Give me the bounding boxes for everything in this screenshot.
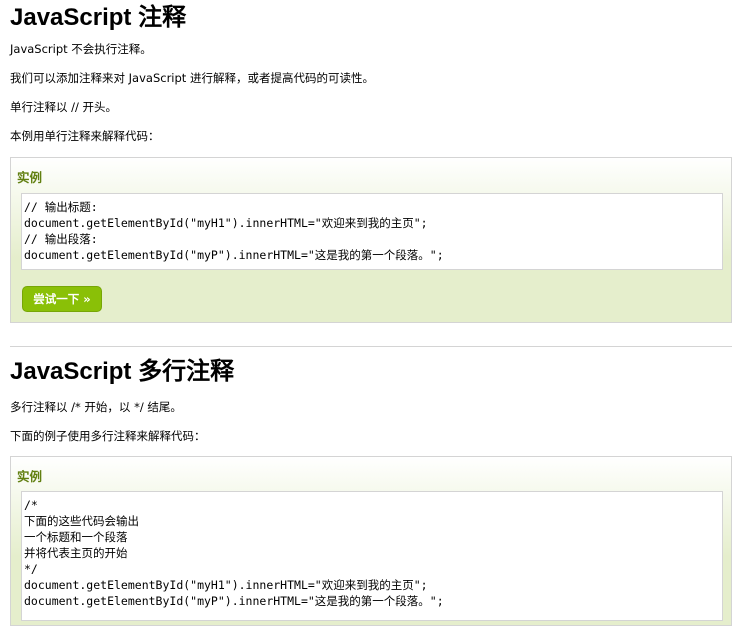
paragraph: 单行注释以 // 开头。	[10, 100, 118, 114]
paragraph: 下面的例子使用多行注释来解释代码：	[10, 429, 206, 443]
try-it-button[interactable]: 尝试一下 »	[22, 286, 102, 312]
example-title: 实例	[17, 469, 43, 484]
tutorial-page: JavaScript 注释 JavaScript 不会执行注释。 我们可以添加注…	[0, 0, 734, 626]
code-line: // 输出标题:	[24, 200, 98, 214]
code-line: /*	[24, 498, 38, 512]
section-divider	[10, 346, 732, 347]
section-heading-comments: JavaScript 注释	[10, 4, 187, 31]
code-block: // 输出标题: document.getElementById("myH1")…	[21, 193, 723, 270]
paragraph: 我们可以添加注释来对 JavaScript 进行解释，或者提高代码的可读性。	[10, 71, 374, 85]
section-heading-multiline-comments: JavaScript 多行注释	[10, 358, 235, 385]
code-line: document.getElementById("myH1").innerHTM…	[24, 216, 428, 230]
example-title: 实例	[17, 170, 43, 185]
code-line: 下面的这些代码会输出	[24, 514, 139, 528]
code-line: document.getElementById("myP").innerHTML…	[24, 594, 444, 608]
code-block: /* 下面的这些代码会输出 一个标题和一个段落 并将代表主页的开始 */ doc…	[21, 491, 723, 621]
code-line: 一个标题和一个段落	[24, 530, 128, 544]
code-line: document.getElementById("myP").innerHTML…	[24, 248, 444, 262]
paragraph: JavaScript 不会执行注释。	[10, 42, 152, 56]
example-box-single-line: 实例 // 输出标题: document.getElementById("myH…	[10, 157, 732, 323]
code-line: 并将代表主页的开始	[24, 546, 128, 560]
example-box-multi-line: 实例 /* 下面的这些代码会输出 一个标题和一个段落 并将代表主页的开始 */ …	[10, 456, 732, 626]
paragraph: 本例用单行注释来解释代码：	[10, 129, 160, 143]
paragraph: 多行注释以 /* 开始，以 */ 结尾。	[10, 400, 182, 414]
code-line: document.getElementById("myH1").innerHTM…	[24, 578, 428, 592]
code-line: */	[24, 562, 38, 576]
code-line: // 输出段落:	[24, 232, 98, 246]
